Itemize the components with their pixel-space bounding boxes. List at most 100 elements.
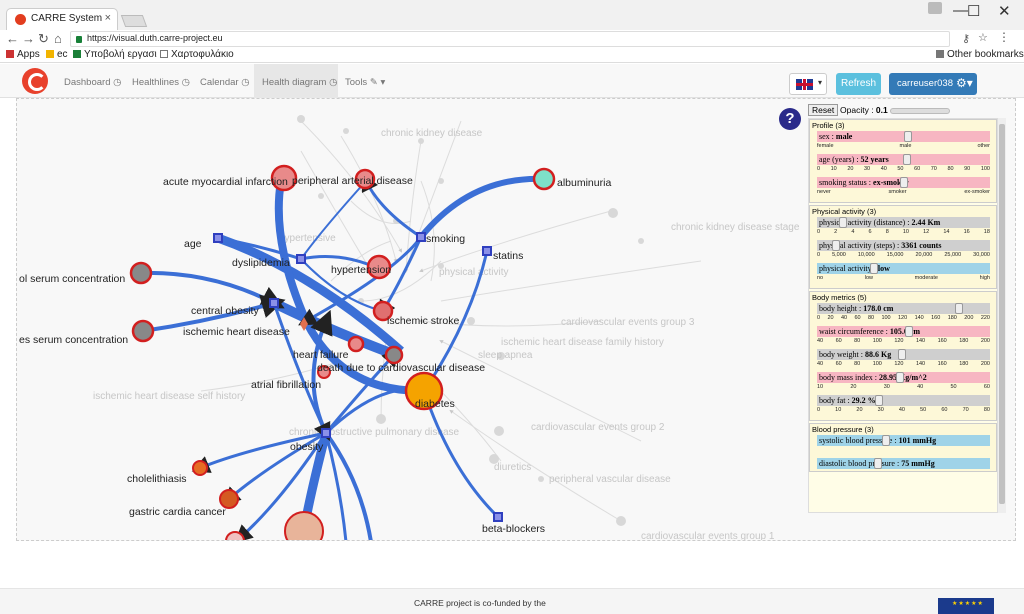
svg-text:ischemic stroke: ischemic stroke: [387, 315, 460, 327]
language-selector[interactable]: ▾: [789, 73, 827, 95]
reload-icon[interactable]: ↻: [38, 31, 49, 47]
tab-close-icon[interactable]: ×: [105, 12, 111, 24]
svg-text:hypertension: hypertension: [331, 264, 391, 276]
browser-menu-icon[interactable]: ⋮: [998, 30, 1010, 44]
window-close-button[interactable]: ✕: [998, 2, 1011, 20]
nav-dashboard[interactable]: Dashboard ◷: [56, 64, 124, 98]
svg-text:ischemic heart disease: ischemic heart disease: [183, 326, 290, 338]
footer-text: CARRE project is co-funded by the: [414, 598, 546, 608]
slider-pa-distance[interactable]: physical activity (distance) : 2.44 Km: [817, 217, 990, 228]
maximize-button[interactable]: ☐: [967, 2, 980, 20]
node-obesity[interactable]: [321, 428, 331, 438]
node-cholelithiasis[interactable]: [192, 460, 208, 476]
slider-body-height[interactable]: body height : 178.0 cm: [817, 303, 990, 314]
panel-scrollbar[interactable]: [998, 118, 1006, 513]
clock-icon: ◷: [241, 77, 250, 88]
slider-waist[interactable]: waist circumference : 105.0 cm: [817, 326, 990, 337]
biomarker-panel: Profile (3) sex : male female male other a…: [808, 118, 998, 513]
slider-knob[interactable]: [902, 154, 911, 165]
gear-icon: ⚙▾: [956, 76, 973, 90]
key-icon[interactable]: ⚷: [962, 32, 970, 45]
nav-healthlines[interactable]: Healthlines ◷: [124, 64, 192, 98]
slider-knob[interactable]: [832, 240, 841, 251]
back-icon[interactable]: ←: [6, 31, 19, 46]
carre-logo[interactable]: [22, 68, 48, 94]
slider-knob[interactable]: [903, 131, 912, 142]
group-title: Body metrics (5): [812, 293, 867, 302]
group-profile: Profile (3) sex : male female male other a…: [809, 119, 997, 203]
node-age[interactable]: [213, 233, 223, 243]
node-heart-failure[interactable]: [347, 335, 365, 353]
bookmark-apps[interactable]: Apps: [6, 49, 40, 60]
slider-knob[interactable]: [875, 395, 884, 406]
slider-knob[interactable]: [838, 217, 847, 228]
svg-text:albuminuria: albuminuria: [557, 177, 611, 189]
ticks-body-height: 0 20 40 60 80 100 120 140 160 180 200 220: [817, 315, 990, 321]
opacity-slider[interactable]: [890, 108, 950, 114]
nav-tools[interactable]: Tools ✎ ▾: [338, 64, 390, 98]
slider-knob[interactable]: [904, 326, 913, 337]
slider-body-weight[interactable]: body weight : 88.6 Kg: [817, 349, 990, 360]
slider-knob[interactable]: [896, 372, 905, 383]
node-statins[interactable]: [482, 246, 492, 256]
slider-knob[interactable]: [870, 263, 879, 274]
scrollbar-thumb[interactable]: [999, 124, 1005, 504]
slider-pa-level[interactable]: physical activity : low: [817, 263, 990, 274]
svg-text:diuretics: diuretics: [494, 462, 531, 473]
svg-text:ischemic heart disease family: ischemic heart disease family history: [501, 337, 664, 348]
slider-pa-steps[interactable]: physical activity (steps) : 3361 counts: [817, 240, 990, 251]
node-large-bottom[interactable]: [284, 511, 324, 541]
node-ol-serum-concentration[interactable]: [129, 261, 153, 285]
slider-body-fat[interactable]: body fat : 29.2 %: [817, 395, 990, 406]
nav-calendar[interactable]: Calendar ◷: [192, 64, 254, 98]
slider-sex[interactable]: sex : male: [817, 131, 990, 142]
svg-text:physical activity: physical activity: [439, 267, 508, 278]
slider-smoking-status[interactable]: smoking status : ex-smoker: [817, 177, 990, 188]
svg-text:ol serum concentration: ol serum concentration: [19, 273, 125, 285]
bookmark-ec[interactable]: ec: [46, 49, 68, 60]
node-smoking[interactable]: [416, 232, 426, 242]
url-bar[interactable]: https://visual.duth.carre-project.eu: [70, 31, 950, 47]
svg-text:sleep apnea: sleep apnea: [478, 350, 533, 361]
svg-text:atrial fibrillation: atrial fibrillation: [251, 379, 321, 391]
other-bookmarks[interactable]: Other bookmarks: [936, 49, 1024, 60]
tab-title: CARRE System: [31, 13, 103, 24]
home-icon[interactable]: ⌂: [54, 31, 62, 46]
slider-age[interactable]: age (years) : 52 years: [817, 154, 990, 165]
help-icon[interactable]: ?: [779, 108, 801, 130]
slider-diastolic[interactable]: diastolic blood pressure : 75 mmHg: [817, 458, 990, 469]
slider-knob[interactable]: [882, 435, 891, 446]
star-icon[interactable]: ☆: [978, 31, 988, 44]
nav-health-diagram[interactable]: Health diagram ◷: [254, 64, 338, 98]
slider-knob[interactable]: [873, 458, 882, 469]
forward-icon[interactable]: →: [22, 31, 35, 46]
reset-button[interactable]: Reset: [808, 104, 839, 116]
minimize-button[interactable]: —: [953, 2, 968, 19]
caret-down-icon: ▾: [380, 77, 386, 88]
user-menu-button[interactable]: carreuser038 ⚙▾: [889, 73, 977, 95]
new-tab-button[interactable]: [120, 15, 148, 27]
profile-icon[interactable]: [928, 2, 942, 14]
node-dyslipidemia[interactable]: [296, 254, 306, 264]
svg-text:central obesity: central obesity: [191, 305, 259, 317]
slider-knob[interactable]: [899, 177, 908, 188]
node-death-cardiovascular[interactable]: [384, 345, 404, 365]
node-es-serum-concentration[interactable]: [131, 319, 155, 343]
slider-knob[interactable]: [897, 349, 906, 360]
svg-text:statins: statins: [493, 250, 523, 262]
opacity-value: 0.1: [875, 105, 888, 115]
refresh-button[interactable]: Refresh: [836, 73, 881, 95]
node-bottom-left[interactable]: [225, 531, 245, 541]
wrench-icon: ✎: [369, 77, 378, 88]
slider-bmi[interactable]: body mass index : 28.95 Kg/m^2: [817, 372, 990, 383]
node-central-obesity[interactable]: [269, 298, 279, 308]
browser-tab[interactable]: CARRE System ×: [6, 8, 118, 30]
clock-icon: ◷: [181, 77, 190, 88]
node-beta-blockers[interactable]: [493, 512, 503, 522]
bookmark-portfolio[interactable]: Χαρτοφυλάκιο: [160, 49, 234, 60]
slider-systolic[interactable]: systolic blood pressure : 101 mmHg: [817, 435, 990, 446]
bookmark-submission[interactable]: Υποβολή εργασι: [73, 49, 157, 60]
slider-knob[interactable]: [954, 303, 963, 314]
node-albuminuria[interactable]: [532, 167, 556, 191]
browser-titlebar: CARRE System × — ☐ ✕: [0, 0, 1024, 30]
